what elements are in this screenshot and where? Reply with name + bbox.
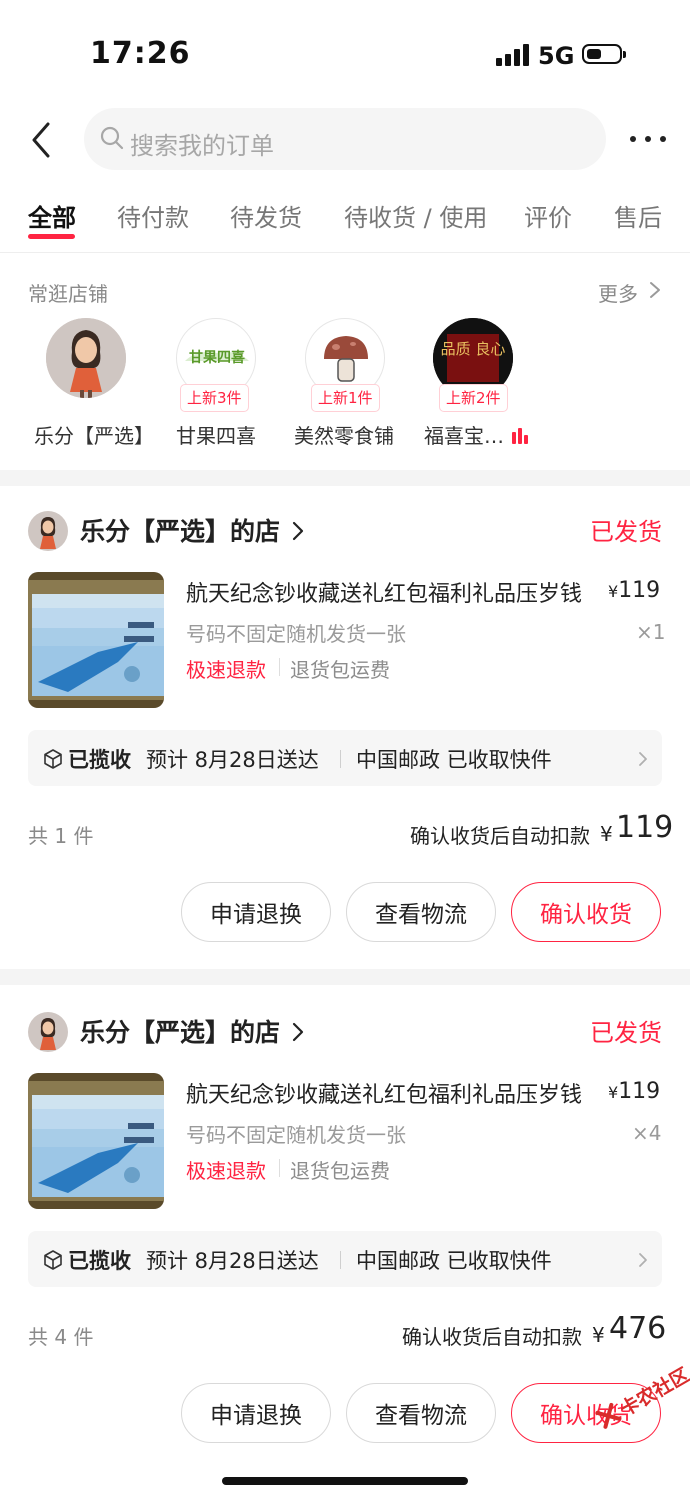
logistics-status: 已揽收 [68,1249,131,1273]
tab-all[interactable]: 全部 [28,198,76,233]
tab-pending-shipment[interactable]: 待发货 [230,198,302,233]
divider [279,1159,280,1177]
active-tab-indicator [28,234,75,239]
divider [279,658,280,676]
fast-refund-tag: 极速退款 [186,1159,266,1183]
order-total: 119 [616,810,674,845]
store-avatar[interactable] [28,1012,68,1052]
search-icon [98,124,126,152]
store-avatar[interactable] [28,511,68,551]
new-items-badge: 上新3件 [180,384,249,412]
shop-name[interactable]: 美然零食铺 [294,420,394,449]
currency-symbol: ¥ [608,582,619,601]
confirm-receipt-button[interactable]: 确认收货 [511,882,661,942]
tab-after-sales[interactable]: 售后 [614,198,662,233]
search-placeholder: 搜索我的订单 [130,132,274,160]
section-divider [0,969,690,985]
currency-symbol: ¥ [600,822,613,846]
product-thumbnail[interactable] [28,572,164,708]
package-icon [42,748,64,770]
view-logistics-button[interactable]: 查看物流 [346,882,496,942]
tab-pending-receipt[interactable]: 待收货 / 使用 [344,198,487,233]
store-name[interactable]: 乐分【严选】的店 [80,1013,280,1049]
cellular-signal-icon [496,44,530,66]
divider [340,1251,341,1269]
product-spec: 号码不固定随机发货一张 [186,1123,406,1147]
logistics-eta: 预计 8月28日送达 [146,748,319,772]
status-time: 17:26 [90,36,191,71]
product-price: ¥119 [608,1079,660,1104]
product-quantity: ×4 [632,1121,662,1145]
product-title[interactable]: 航天纪念钞收藏送礼红包福利礼品压岁钱 [186,1077,596,1109]
order-card: 乐分【严选】的店 已发货 航天纪念钞收藏送礼红包福利礼品压岁钱 ¥119 号码不… [0,486,690,969]
chevron-right-icon[interactable] [648,280,662,300]
product-title[interactable]: 航天纪念钞收藏送礼红包福利礼品压岁钱 [186,576,596,608]
apply-return-button[interactable]: 申请退换 [181,1383,331,1443]
live-icon [512,428,532,444]
logistics-carrier: 中国邮政 已收取快件 [356,748,552,772]
free-return-shipping-tag: 退货包运费 [290,658,390,682]
logistics-status: 已揽收 [68,748,131,772]
svg-text:甘果四喜: 甘果四喜 [189,349,245,366]
product-thumbnail[interactable] [28,1073,164,1209]
logistics-carrier: 中国邮政 已收取快件 [356,1249,552,1273]
fast-refund-tag: 极速退款 [186,658,266,682]
new-items-badge: 上新2件 [439,384,508,412]
section-divider [0,470,690,486]
divider [0,252,690,253]
price-value: 119 [618,1079,661,1104]
product-quantity: ×1 [636,620,666,644]
currency-symbol: ¥ [608,1083,619,1102]
auto-deduct-label: 确认收货后自动扣款 [402,1325,582,1349]
more-options-icon[interactable] [630,136,666,144]
package-icon [42,1249,64,1271]
store-name[interactable]: 乐分【严选】的店 [80,512,280,548]
product-price: ¥119 [608,578,660,603]
shop-name[interactable]: 乐分【严选】 [34,420,154,449]
network-type: 5G [538,42,575,70]
tab-pending-payment[interactable]: 待付款 [117,198,189,233]
chevron-right-icon[interactable] [292,520,304,542]
item-count: 共 4 件 [28,1325,94,1349]
free-return-shipping-tag: 退货包运费 [290,1159,390,1183]
order-total: 476 [609,1311,667,1346]
order-card: 乐分【严选】的店 已发货 航天纪念钞收藏送礼红包福利礼品压岁钱 ¥119 号码不… [0,987,690,1470]
home-indicator[interactable] [222,1477,468,1485]
product-spec: 号码不固定随机发货一张 [186,622,406,646]
favorite-shops-title: 常逛店铺 [28,282,108,306]
tab-review[interactable]: 评价 [524,198,572,233]
svg-text:品质 良心: 品质 良心 [441,340,506,358]
currency-symbol: ¥ [592,1323,605,1347]
chevron-right-icon [638,750,648,768]
chevron-right-icon[interactable] [292,1021,304,1043]
logistics-eta: 预计 8月28日送达 [146,1249,319,1273]
battery-icon [582,44,626,64]
order-status: 已发货 [590,1019,662,1047]
favorite-shops-more[interactable]: 更多 [598,278,638,307]
price-value: 119 [618,578,661,603]
view-logistics-button[interactable]: 查看物流 [346,1383,496,1443]
shop-name[interactable]: 甘果四喜 [176,420,256,449]
apply-return-button[interactable]: 申请退换 [181,882,331,942]
new-items-badge: 上新1件 [311,384,380,412]
auto-deduct-label: 确认收货后自动扣款 [410,824,590,848]
shop-avatar[interactable] [46,318,126,398]
order-status: 已发货 [590,518,662,546]
item-count: 共 1 件 [28,824,94,848]
chevron-right-icon [638,1251,648,1269]
shop-name[interactable]: 福喜宝… [424,420,504,449]
back-icon[interactable] [28,118,68,162]
divider [340,750,341,768]
